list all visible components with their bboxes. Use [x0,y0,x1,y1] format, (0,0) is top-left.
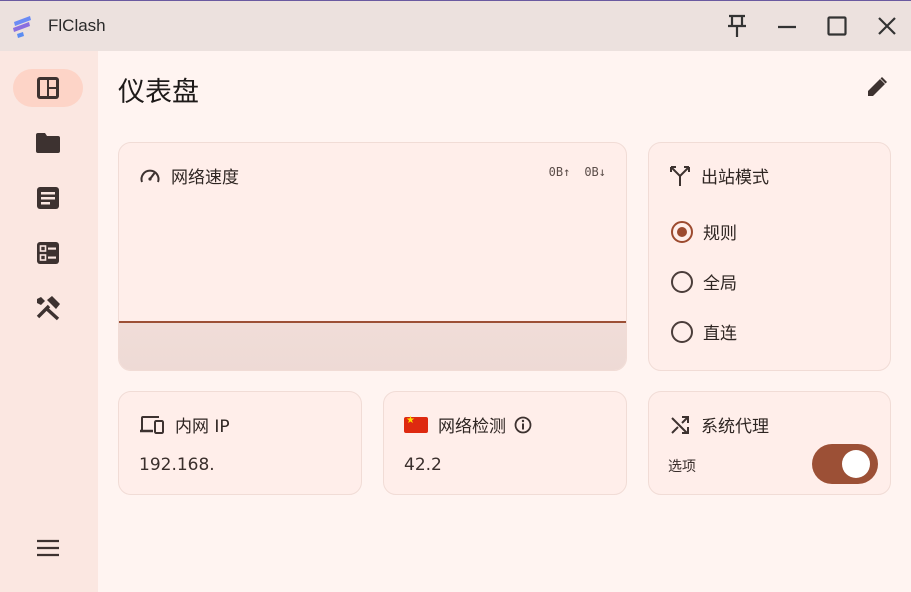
network-check-title: 网络检测 [438,417,506,437]
network-speed-header: 网络速度 [139,163,239,188]
connections-icon [37,242,59,264]
outbound-mode-header: 出站模式 [669,163,769,188]
info-icon[interactable] [514,416,532,434]
sidebar [0,51,98,592]
pin-icon [728,14,746,37]
network-check-header: 网络检测 [404,412,532,437]
dashboard-icon [37,77,59,99]
system-proxy-title: 系统代理 [701,417,769,437]
sidebar-item-profiles[interactable] [13,124,83,162]
download-speed: 0B↓ [584,165,606,179]
page-title: 仪表盘 [118,77,199,108]
edit-icon [868,77,887,96]
china-flag-icon [404,415,428,433]
speed-values: 0B↑ 0B↓ [549,165,606,179]
logs-icon [37,187,59,209]
system-proxy-options[interactable]: 选项 [668,456,696,476]
network-check-value: 42.2 [404,455,442,475]
minimize-icon [778,25,796,29]
radio-direct[interactable] [671,320,693,343]
sidebar-item-tools[interactable] [13,289,83,327]
radio-global[interactable] [671,270,693,293]
sidebar-item-logs[interactable] [13,179,83,217]
intranet-ip-header: 内网 IP [139,412,230,437]
intranet-ip-value: 192.168. [139,455,215,475]
network-speed-card: 网络速度 0B↑ 0B↓ [118,142,627,371]
sidebar-item-dashboard[interactable] [13,69,83,107]
close-button[interactable] [872,11,902,41]
minimize-button[interactable] [772,11,802,41]
shuffle-icon [671,415,689,434]
toggle-knob [842,450,870,478]
network-check-card: 网络检测 42.2 [383,391,627,495]
intranet-ip-title: 内网 IP [175,417,230,437]
mode-option-rule[interactable]: 规则 [671,219,737,244]
mode-option-global[interactable]: 全局 [671,269,737,294]
menu-icon [37,539,59,557]
network-speed-title: 网络速度 [171,168,239,188]
pin-button[interactable] [722,11,752,41]
upload-speed: 0B↑ [548,165,571,179]
maximize-icon [827,16,847,36]
main-content: 仪表盘 网络速度 0B↑ 0B↓ 出站模式 规则 全局 直连 内网 IP 192… [98,51,911,592]
mode-option-label: 全局 [703,274,737,294]
menu-button[interactable] [13,529,83,567]
flclash-logo-icon [13,16,31,38]
outbound-mode-title: 出站模式 [701,168,769,188]
edit-button[interactable] [861,71,893,103]
intranet-ip-card: 内网 IP 192.168. [118,391,362,495]
app-title: FlClash [48,16,106,35]
mode-option-label: 规则 [703,224,737,244]
maximize-button[interactable] [822,11,852,41]
radio-rule[interactable] [671,220,693,243]
devices-icon [140,415,164,434]
system-proxy-card: 系统代理 选项 [648,391,891,495]
mode-option-label: 直连 [703,324,737,344]
fork-route-icon [670,165,690,186]
speed-graph-area [119,323,626,370]
system-proxy-toggle[interactable] [812,444,878,484]
close-icon [878,17,896,35]
mode-option-direct[interactable]: 直连 [671,319,737,344]
sidebar-item-connections[interactable] [13,234,83,272]
title-bar: FlClash [0,0,911,51]
outbound-mode-card: 出站模式 规则 全局 直连 [648,142,891,371]
system-proxy-header: 系统代理 [669,412,769,437]
folder-icon [36,133,60,153]
speedometer-icon [140,169,160,182]
tools-icon [36,296,60,321]
